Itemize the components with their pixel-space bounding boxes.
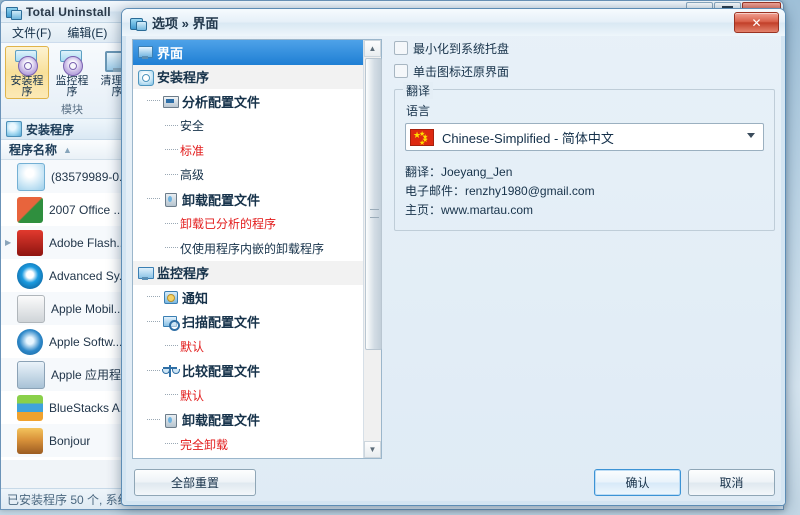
china-flag-icon: ★ ★ ★ ★ ★ <box>410 128 434 147</box>
search-icon <box>162 314 180 331</box>
tree-item-monitor-uninstall-profile[interactable]: 卸载配置文件 <box>133 408 363 433</box>
tree-item-uninstall-profile[interactable]: 卸载配置文件 <box>133 187 363 212</box>
checkbox-label: 最小化到系统托盘 <box>413 41 510 56</box>
options-tree[interactable]: 界面 安装程序 分析配置文件 安全 标准 高级 卸载配置文件 卸载已分析的程序 … <box>133 40 363 458</box>
sort-ascending-icon: ▲ <box>63 144 72 155</box>
ribbon-button-installer[interactable]: 安装程序 <box>5 46 49 99</box>
tree-item-uninstall-analyzed[interactable]: 卸载已分析的程序 <box>133 212 363 237</box>
advanced-systemcare-icon <box>17 262 43 289</box>
options-dialog: 选项 » 界面 ✕ 界面 安装程序 分析配置文件 安全 标准 高级 卸载配置文件… <box>121 8 786 506</box>
flash-icon <box>17 229 43 256</box>
tree-item-analyze-standard[interactable]: 标准 <box>133 138 363 163</box>
tree-item-full-uninstall[interactable]: 完全卸载 <box>133 432 363 457</box>
checkbox-minimize-to-tray[interactable]: 最小化到系统托盘 <box>394 39 775 57</box>
scroll-up-arrow-icon[interactable]: ▲ <box>364 40 381 57</box>
tree-item-installer[interactable]: 安装程序 <box>133 64 363 89</box>
tree-item-compare-default[interactable]: 默认 <box>133 383 363 408</box>
app-disc-icon <box>6 5 22 20</box>
reset-all-button[interactable]: 全部重置 <box>134 469 256 496</box>
language-select[interactable]: ★ ★ ★ ★ ★ Chinese-Simplified - 简体中文 <box>405 123 764 151</box>
options-tree-panel: 界面 安装程序 分析配置文件 安全 标准 高级 卸载配置文件 卸载已分析的程序 … <box>132 39 382 459</box>
credit-translator: 翻译：Joeyang_Jen <box>405 165 513 179</box>
tree-item-interface[interactable]: 界面 <box>133 40 363 65</box>
dialog-close-button[interactable]: ✕ <box>734 12 779 33</box>
translation-credits: 翻译：Joeyang_Jen 电子邮件：renzhy1980@gmail.com… <box>405 163 764 220</box>
tree-item-scan-default[interactable]: 默认 <box>133 334 363 359</box>
cancel-button[interactable]: 取消 <box>688 469 775 496</box>
bluestacks-icon <box>17 394 43 421</box>
chevron-down-icon[interactable] <box>747 133 755 138</box>
credit-homepage: 主页：www.martau.com <box>405 203 534 217</box>
monitor-icon <box>58 49 86 76</box>
tree-item-analyze-advanced[interactable]: 高级 <box>133 163 363 188</box>
screen: Total Uninstall ✕ 文件(F) 编辑(E) 视图 安装程序 <box>0 0 800 515</box>
ribbon-group-label: 模块 <box>61 104 83 116</box>
ribbon-button-monitor-label: 监控程序 <box>55 75 89 98</box>
disc-icon <box>137 69 154 86</box>
checkbox-single-click-restore[interactable]: 单击图标还原界面 <box>394 62 775 80</box>
tree-scrollbar[interactable]: ▲ ▼ <box>363 40 382 458</box>
tree-item-analyze-profile[interactable]: 分析配置文件 <box>133 89 363 114</box>
installed-programs-title: 安装程序 <box>26 122 75 137</box>
installer-disc-icon <box>13 49 41 76</box>
bonjour-icon <box>17 427 43 454</box>
expander-icon[interactable]: ▶ <box>5 238 15 247</box>
tree-item-notification[interactable]: 通知 <box>133 285 363 310</box>
monitor-icon <box>137 265 154 281</box>
checkbox-box[interactable] <box>394 41 408 55</box>
checkbox-box[interactable] <box>394 64 408 78</box>
dialog-title: 选项 » 界面 <box>152 16 219 31</box>
menu-item-file[interactable]: 文件(F) <box>5 22 58 43</box>
dialog-footer: 全部重置 确认 取消 <box>122 459 785 505</box>
scale-icon <box>162 363 180 379</box>
tree-item-builtin-uninstaller-only[interactable]: 仅使用程序内嵌的卸载程序 <box>133 236 363 261</box>
installer-list-icon <box>6 121 22 137</box>
tree-item-analyze-safe[interactable]: 安全 <box>133 114 363 139</box>
scrollbar-thumb[interactable] <box>365 58 382 350</box>
apple-app-support-icon <box>17 360 45 389</box>
tree-item-full-uninstall-builtin-first[interactable]: "完全卸载" 首先使用程序内嵌的卸... <box>133 457 363 459</box>
interface-settings-pane: 最小化到系统托盘 单击图标还原界面 翻译 语言 ★ ★ ★ ★ ★ Chinese-Si… <box>394 39 775 459</box>
screen-icon <box>137 44 153 60</box>
credit-email: 电子邮件：renzhy1980@gmail.com <box>405 184 595 198</box>
bell-icon <box>162 289 178 305</box>
ribbon-button-monitor[interactable]: 监控程序 <box>50 46 94 99</box>
apple-mobile-icon <box>17 294 45 323</box>
tree-item-monitor[interactable]: 监控程序 <box>133 260 363 285</box>
translation-group: 翻译 语言 ★ ★ ★ ★ ★ Chinese-Simplified - 简体中文 翻译… <box>394 82 775 231</box>
dialog-body: 界面 安装程序 分析配置文件 安全 标准 高级 卸载配置文件 卸载已分析的程序 … <box>132 39 775 459</box>
trash-icon <box>162 412 178 428</box>
trash-icon <box>162 191 178 208</box>
translation-group-title: 翻译 <box>403 82 434 99</box>
checkbox-label: 单击图标还原界面 <box>413 64 510 79</box>
menu-item-edit[interactable]: 编辑(E) <box>60 22 114 43</box>
cpu-icon <box>162 93 179 109</box>
ribbon-button-installer-label: 安装程序 <box>10 75 44 98</box>
status-left-text: 已安装程序 50 个, 系统... <box>7 492 140 507</box>
language-selected-value: Chinese-Simplified - 简体中文 <box>442 130 614 146</box>
scroll-down-arrow-icon[interactable]: ▼ <box>364 441 381 458</box>
options-window-icon <box>130 16 147 31</box>
apple-software-update-icon <box>17 328 43 355</box>
ok-button[interactable]: 确认 <box>594 469 681 496</box>
scrollbar-grip-icon <box>370 209 379 218</box>
ribbon-group-modules: 安装程序 监控程序 清理程序 模块 <box>5 46 139 118</box>
dialog-titlebar: 选项 » 界面 ✕ <box>122 9 785 36</box>
office-icon <box>17 196 43 223</box>
tree-item-compare-profile[interactable]: 比较配置文件 <box>133 359 363 384</box>
generic-disc-icon <box>17 162 45 191</box>
bg-window-title: Total Uninstall <box>26 4 111 19</box>
column-header-label: 程序名称 <box>9 143 58 157</box>
language-label: 语言 <box>406 104 431 118</box>
tree-item-scan-profile[interactable]: 扫描配置文件 <box>133 310 363 335</box>
